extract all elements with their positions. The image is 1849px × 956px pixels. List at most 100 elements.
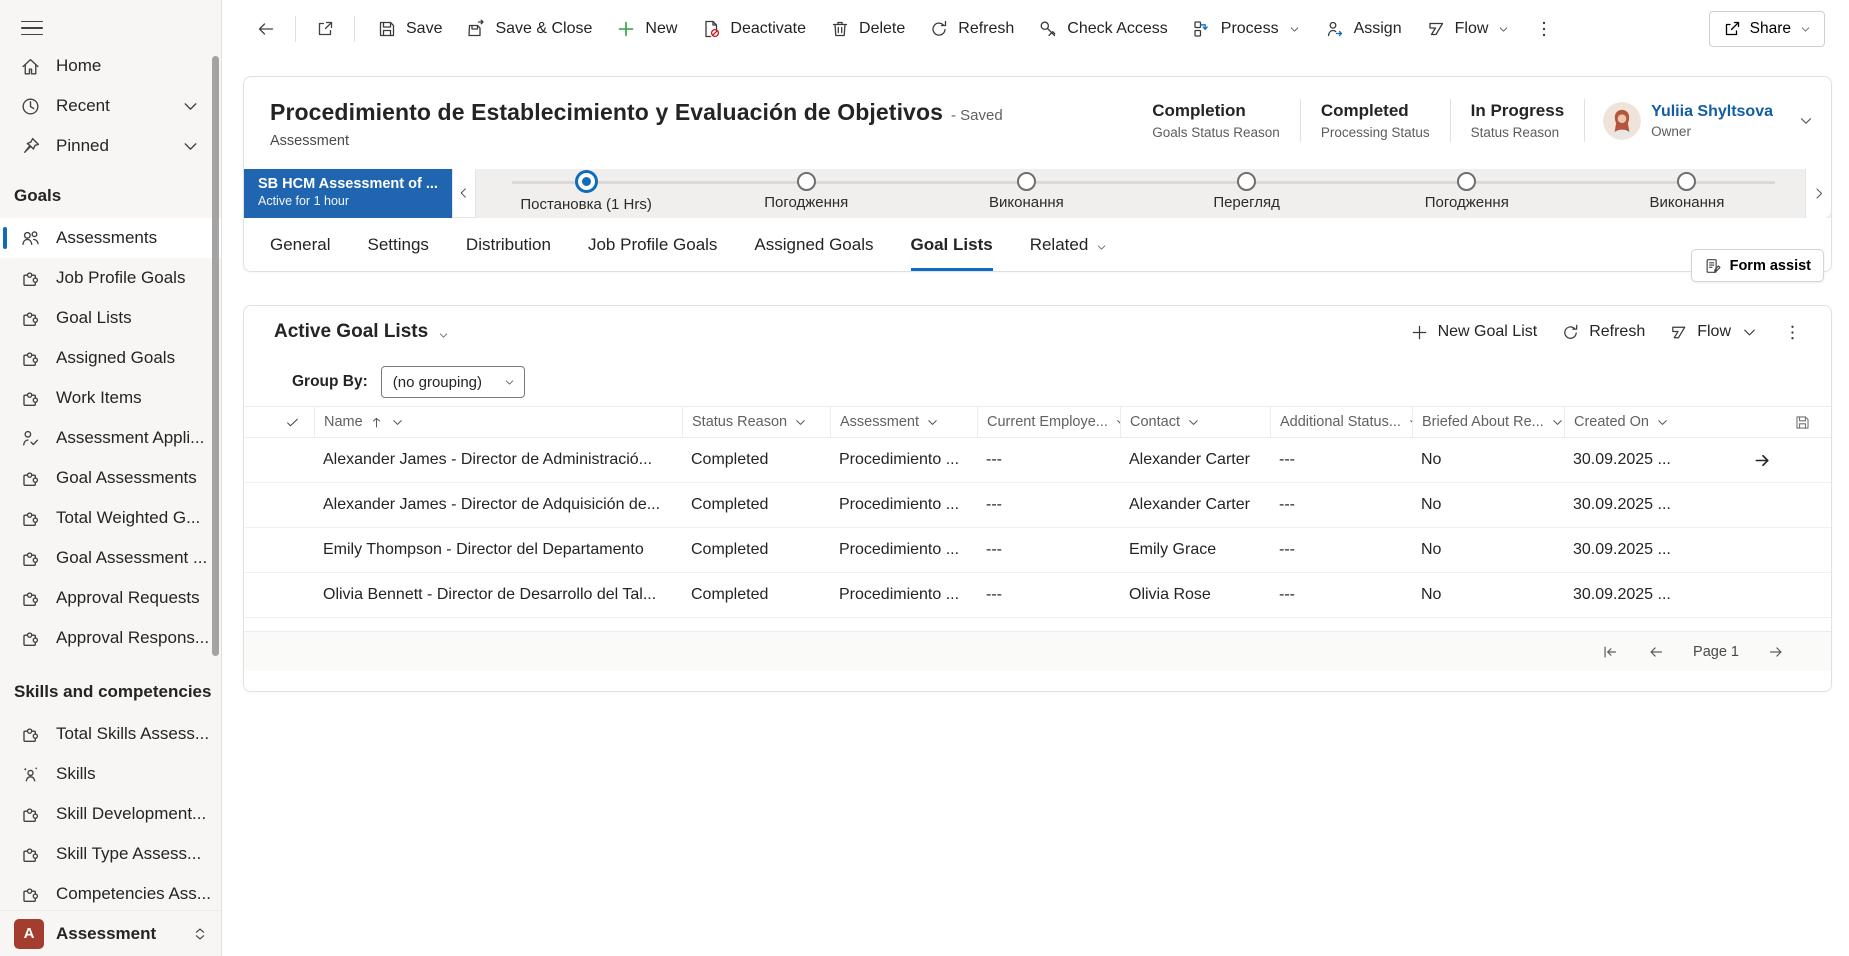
sidebar-item-competencies-ass[interactable]: Competencies Ass... bbox=[0, 874, 221, 910]
save-button[interactable]: Save bbox=[365, 10, 454, 48]
new-button[interactable]: New bbox=[604, 10, 689, 48]
new-goal-list-button[interactable]: New Goal List bbox=[1399, 314, 1549, 350]
column-header-additional-status[interactable]: Additional Status... bbox=[1270, 407, 1412, 437]
bpf-stage-1-постановка-1-hrs[interactable]: Постановка (1 Hrs) bbox=[476, 169, 696, 218]
assign-icon bbox=[1325, 19, 1345, 39]
process-button[interactable]: Process bbox=[1180, 10, 1313, 48]
button-label: Save & Close bbox=[495, 20, 592, 38]
deactivate-button[interactable]: Deactivate bbox=[689, 10, 818, 48]
bpf-stage-3-виконання[interactable]: Виконання bbox=[916, 169, 1136, 218]
cell-assessment: Procedimiento ... bbox=[830, 496, 977, 514]
assign-button[interactable]: Assign bbox=[1313, 10, 1414, 48]
toolbar-separator bbox=[354, 16, 355, 42]
cell-created_on: 30.09.2025 ... bbox=[1564, 541, 1694, 559]
tab-assigned-goals[interactable]: Assigned Goals bbox=[754, 235, 873, 271]
tab-label: Related bbox=[1030, 235, 1089, 255]
stage-pending-dot bbox=[1017, 172, 1036, 191]
tab-general[interactable]: General bbox=[270, 235, 330, 271]
owner-label: Owner bbox=[1651, 124, 1773, 139]
bpf-active-stage-box[interactable]: SB HCM Assessment of ... Active for 1 ho… bbox=[244, 169, 452, 218]
group-by-select[interactable]: (no grouping) bbox=[381, 366, 525, 398]
tab-job-profile-goals[interactable]: Job Profile Goals bbox=[588, 235, 717, 271]
owner-avatar bbox=[1603, 102, 1641, 140]
open-record-arrow-icon[interactable] bbox=[1753, 451, 1772, 470]
area-switcher[interactable]: A Assessment bbox=[0, 910, 221, 956]
tab-related[interactable]: Related bbox=[1030, 235, 1109, 271]
sidebar-item-approval-requests[interactable]: Approval Requests bbox=[0, 578, 221, 618]
form-assist-button[interactable]: Form assist bbox=[1691, 249, 1824, 282]
owner-field[interactable]: Yuliia Shyltsova Owner bbox=[1585, 102, 1773, 140]
sidebar-item-goal-assessment[interactable]: Goal Assessment ... bbox=[0, 538, 221, 578]
previous-page-icon[interactable] bbox=[1647, 643, 1665, 661]
sidebar-scrollbar[interactable] bbox=[212, 56, 219, 656]
overflow-button[interactable] bbox=[1522, 10, 1566, 48]
sidebar-item-approval-respons[interactable]: Approval Respons... bbox=[0, 618, 221, 658]
sidebar-item-goal-assessments[interactable]: Goal Assessments bbox=[0, 458, 221, 498]
bpf-collapse-button[interactable] bbox=[452, 169, 476, 218]
sidebar-item-pinned[interactable]: Pinned bbox=[0, 126, 221, 166]
sidebar-item-assessments[interactable]: Assessments bbox=[0, 218, 221, 258]
save-close-button[interactable]: Save & Close bbox=[454, 10, 604, 48]
sidebar-item-skills[interactable]: Skills bbox=[0, 754, 221, 794]
sidebar-item-recent[interactable]: Recent bbox=[0, 86, 221, 126]
puzzle-icon bbox=[20, 628, 41, 649]
bpf-next-stages-button[interactable] bbox=[1805, 169, 1831, 218]
refresh-button[interactable]: Refresh bbox=[1550, 314, 1656, 350]
table-row[interactable]: Alexander James - Director de Administra… bbox=[244, 438, 1831, 483]
area-label: Assessment bbox=[56, 924, 156, 944]
sidebar-item-skill-type-assess[interactable]: Skill Type Assess... bbox=[0, 834, 221, 874]
record-header: Procedimiento de Establecimiento y Evalu… bbox=[244, 77, 1831, 169]
chevron-down-icon[interactable] bbox=[1797, 112, 1815, 130]
flow-button[interactable]: Flow bbox=[1414, 10, 1523, 48]
bpf-stage-6-виконання[interactable]: Виконання bbox=[1577, 169, 1797, 218]
view-selector[interactable]: Active Goal Lists bbox=[274, 321, 450, 343]
bpf-stage-5-погодження[interactable]: Погодження bbox=[1357, 169, 1577, 218]
sidebar-item-assessment-appli[interactable]: Assessment Appli... bbox=[0, 418, 221, 458]
check-access-button[interactable]: Check Access bbox=[1026, 10, 1179, 48]
table-row[interactable]: Emily Thompson - Director del Departamen… bbox=[244, 528, 1831, 573]
open-new-icon bbox=[315, 19, 335, 39]
column-header-assessment[interactable]: Assessment bbox=[830, 407, 977, 437]
bpf-stage-2-погодження[interactable]: Погодження bbox=[696, 169, 916, 218]
column-header-current-employe[interactable]: Current Employe... bbox=[977, 407, 1120, 437]
column-header-name[interactable]: Name bbox=[314, 407, 682, 437]
share-button[interactable]: Share bbox=[1709, 11, 1825, 47]
status-field-goals-status-reason[interactable]: CompletionGoals Status Reason bbox=[1132, 99, 1301, 142]
first-page-icon[interactable] bbox=[1601, 643, 1619, 661]
column-header-created-on[interactable]: Created On bbox=[1564, 407, 1694, 437]
status-value: In Progress bbox=[1471, 101, 1565, 121]
status-field-processing-status[interactable]: CompletedProcessing Status bbox=[1301, 99, 1451, 142]
column-header-status-reason[interactable]: Status Reason bbox=[682, 407, 830, 437]
column-header-contact[interactable]: Contact bbox=[1120, 407, 1270, 437]
open-in-new-window-button[interactable] bbox=[306, 10, 344, 48]
sidebar-item-work-items[interactable]: Work Items bbox=[0, 378, 221, 418]
owner-name-link[interactable]: Yuliia Shyltsova bbox=[1651, 103, 1773, 121]
sidebar-item-skill-development[interactable]: Skill Development... bbox=[0, 794, 221, 834]
refresh-button[interactable]: Refresh bbox=[917, 10, 1026, 48]
grid-overflow-button[interactable] bbox=[1772, 314, 1813, 350]
table-row[interactable]: Alexander James - Director de Adquisició… bbox=[244, 483, 1831, 528]
bpf-stage-4-перегляд[interactable]: Перегляд bbox=[1137, 169, 1357, 218]
sidebar-item-home[interactable]: Home bbox=[0, 46, 221, 86]
next-page-icon[interactable] bbox=[1767, 643, 1785, 661]
table-row[interactable]: Olivia Bennett - Director de Desarrollo … bbox=[244, 573, 1831, 618]
flow-button[interactable]: Flow bbox=[1658, 314, 1770, 350]
sidebar-item-job-profile-goals[interactable]: Job Profile Goals bbox=[0, 258, 221, 298]
sidebar-item-assigned-goals[interactable]: Assigned Goals bbox=[0, 338, 221, 378]
save-column-layout-icon[interactable] bbox=[1794, 407, 1811, 437]
tab-goal-lists[interactable]: Goal Lists bbox=[911, 235, 993, 271]
sidebar-item-total-weighted-g[interactable]: Total Weighted G... bbox=[0, 498, 221, 538]
column-header-briefed-about-re[interactable]: Briefed About Re... bbox=[1412, 407, 1564, 437]
status-field-status-reason[interactable]: In ProgressStatus Reason bbox=[1451, 99, 1586, 142]
arrow-left-icon bbox=[256, 19, 276, 39]
plus-green-icon bbox=[616, 19, 636, 39]
sidebar-item-total-skills-assess[interactable]: Total Skills Assess... bbox=[0, 714, 221, 754]
tab-settings[interactable]: Settings bbox=[367, 235, 428, 271]
hamburger-menu-icon[interactable] bbox=[12, 10, 52, 46]
sidebar-item-goal-lists[interactable]: Goal Lists bbox=[0, 298, 221, 338]
delete-button[interactable]: Delete bbox=[818, 10, 917, 48]
select-all-checkbox[interactable] bbox=[270, 407, 314, 437]
tab-distribution[interactable]: Distribution bbox=[466, 235, 551, 271]
cell-additional_status: --- bbox=[1270, 496, 1412, 514]
back-button[interactable] bbox=[247, 10, 285, 48]
